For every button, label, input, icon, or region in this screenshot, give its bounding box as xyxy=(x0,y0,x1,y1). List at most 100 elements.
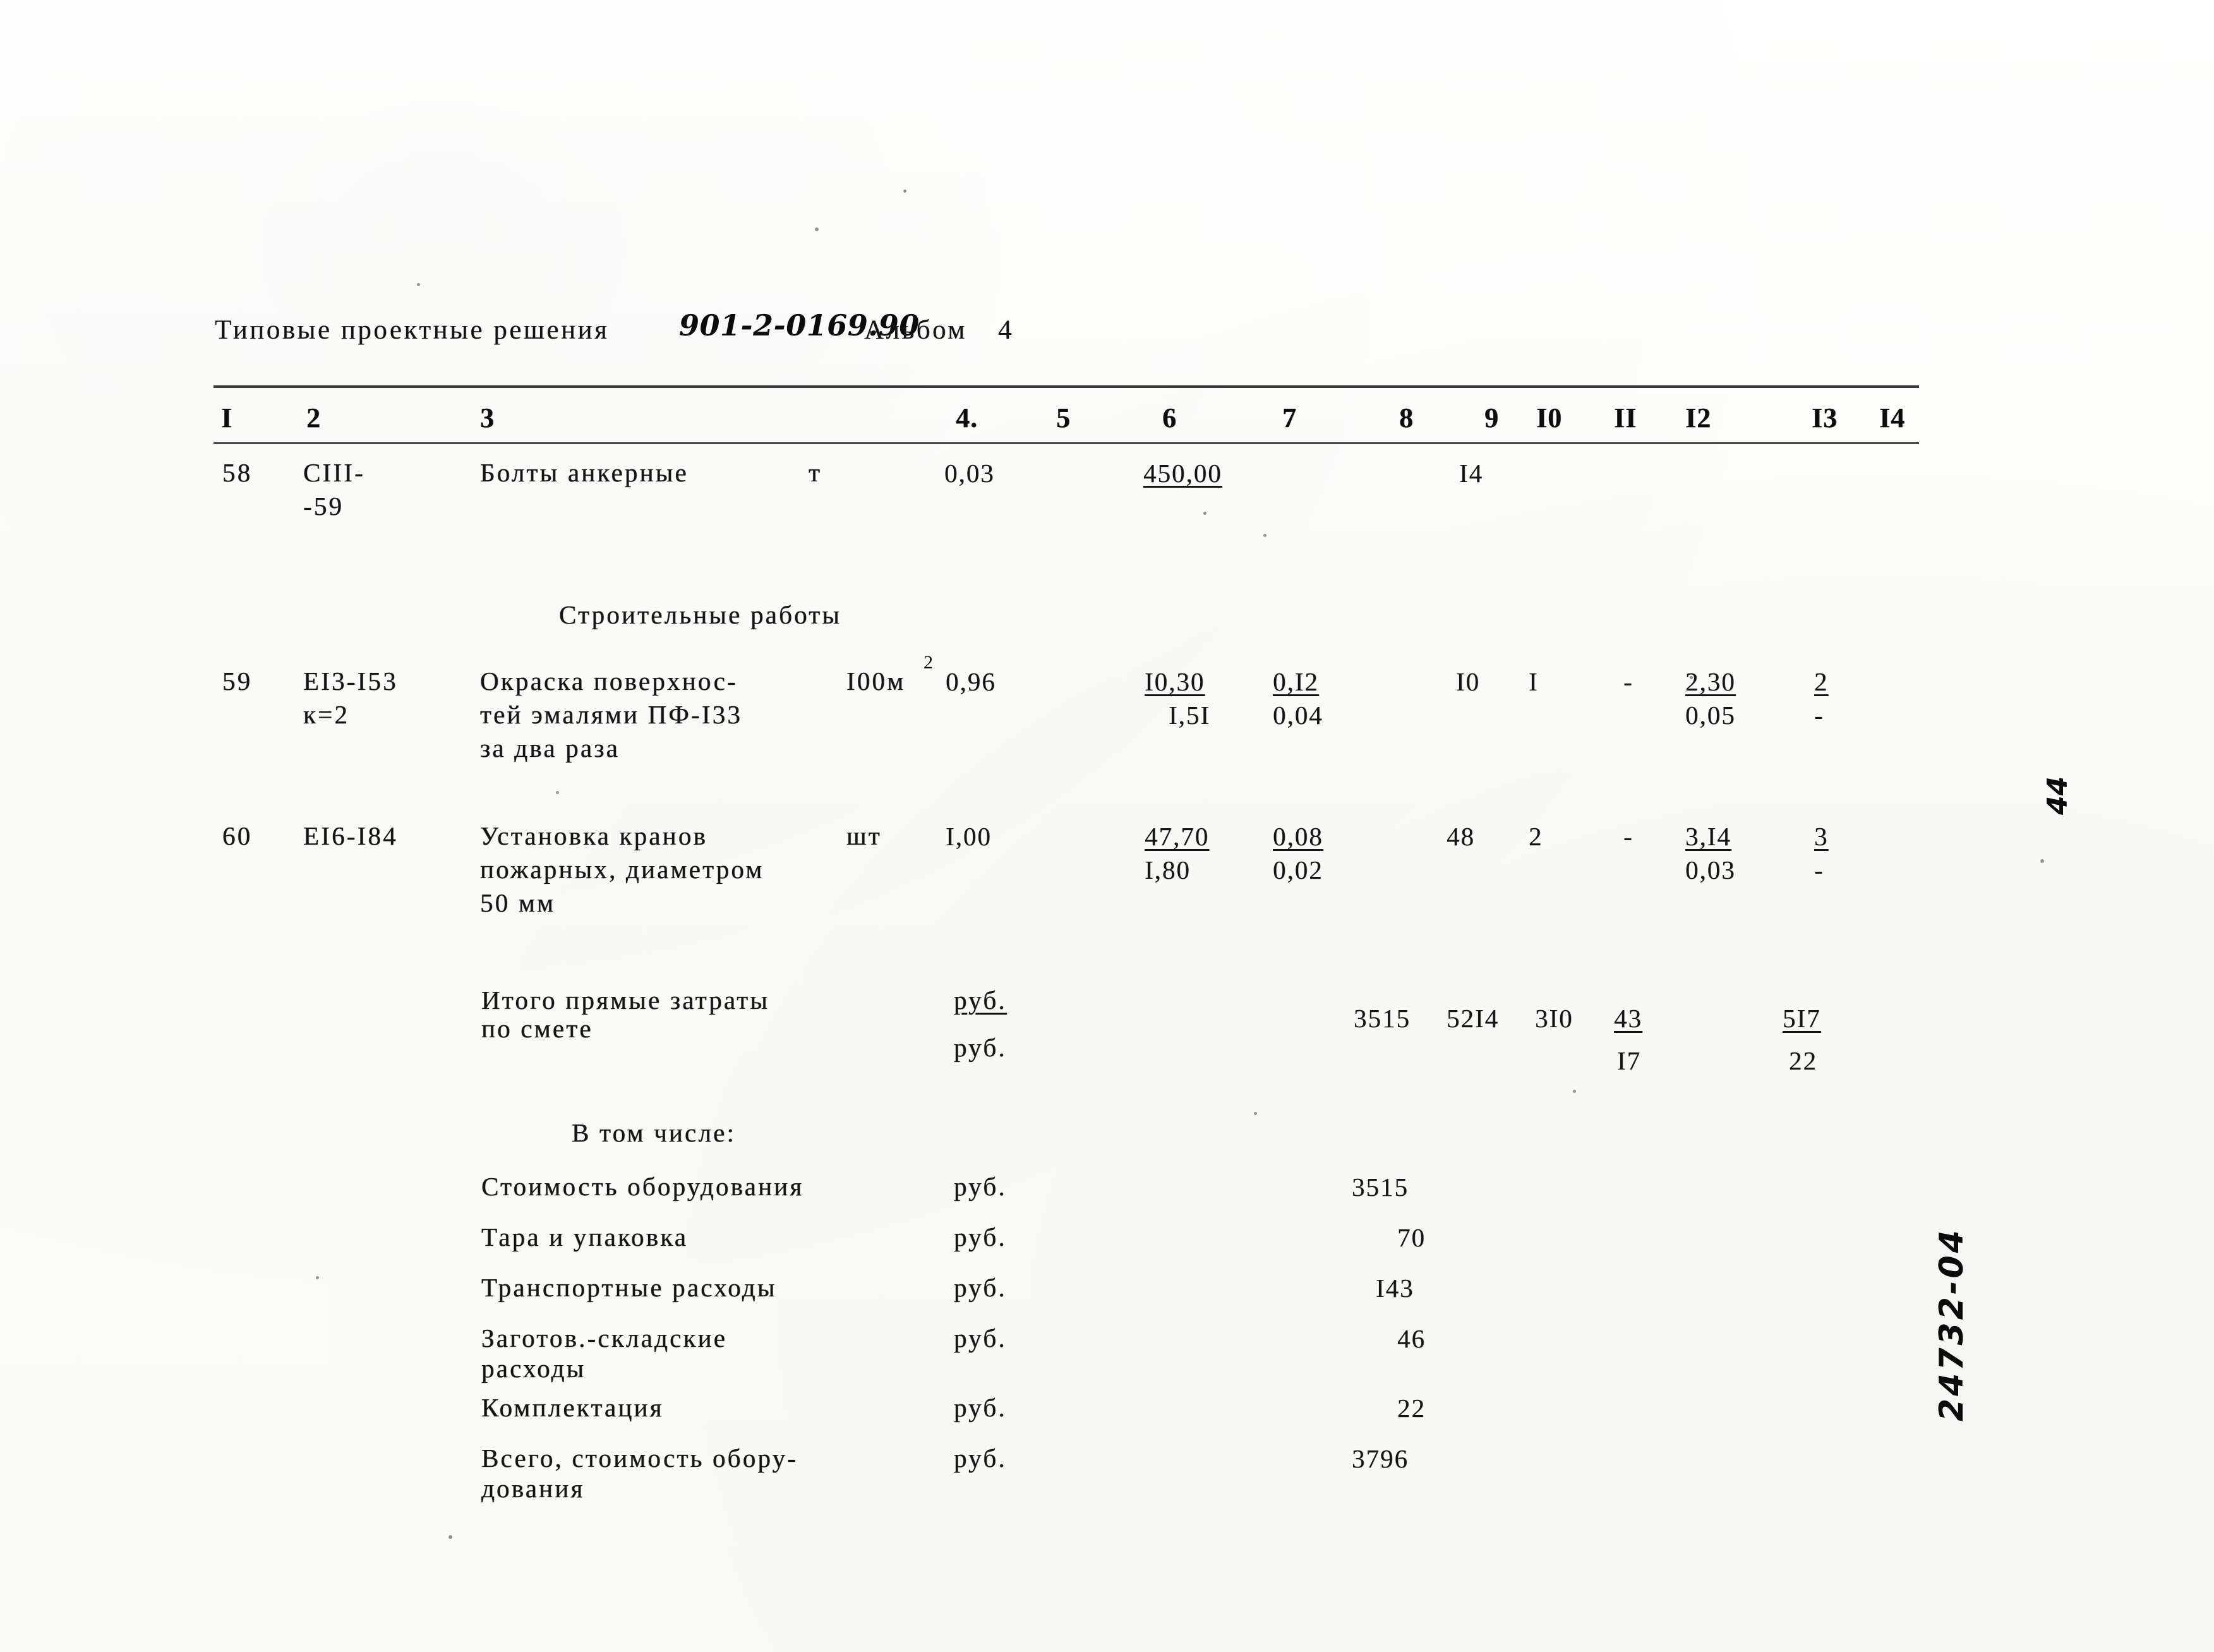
table-header-rule xyxy=(214,442,1919,444)
breakdown-item-5-unit: руб. xyxy=(954,1444,1007,1473)
row-59-unit-superscript: 2 xyxy=(924,652,935,673)
totals-label-line1: Итого прямые затраты xyxy=(481,986,770,1015)
document-sheet: Типовые проектные решения 901-2-0169.90 … xyxy=(0,0,2214,1652)
totals-unit-line1: руб. xyxy=(954,986,1007,1015)
margin-archive-code: 24732-04 xyxy=(1933,1227,1971,1421)
row-60-col6-line2: I,80 xyxy=(1145,855,1191,884)
column-header-7: 7 xyxy=(1282,402,1297,433)
breakdown-item-3-unit: руб. xyxy=(954,1323,1007,1353)
breakdown-item-0-value: 3515 xyxy=(1352,1173,1409,1202)
row-60-col12-line2: 0,03 xyxy=(1685,855,1736,884)
column-header-1: I xyxy=(221,402,233,433)
row-58-quantity: 0,03 xyxy=(944,459,995,488)
column-header-13: I3 xyxy=(1812,402,1838,433)
breakdown-item-5-value: 3796 xyxy=(1352,1444,1409,1473)
row-60-col13-line2: - xyxy=(1814,855,1824,884)
row-60-col8: 48 xyxy=(1447,822,1475,851)
scan-speck xyxy=(1254,1112,1257,1115)
totals-col11-line2: I7 xyxy=(1617,1046,1642,1075)
column-header-10: I0 xyxy=(1536,402,1563,433)
row-59-col13-line1: 2 xyxy=(1814,667,1829,696)
row-59-code-line2: к=2 xyxy=(303,700,350,729)
breakdown-item-4-unit: руб. xyxy=(954,1393,1007,1422)
row-60-number: 60 xyxy=(222,821,253,850)
row-59-code-line1: EI3-I53 xyxy=(303,666,398,696)
scan-speck xyxy=(448,1535,452,1539)
column-header-9: 9 xyxy=(1484,402,1499,433)
column-header-5: 5 xyxy=(1056,402,1071,433)
row-59-name-line1: Окраска поверхнос- xyxy=(480,666,738,696)
row-59-col12-line1: 2,30 xyxy=(1685,667,1736,696)
scan-speck xyxy=(1203,512,1206,515)
row-60-col9: 2 xyxy=(1529,822,1543,851)
breakdown-item-5-label-line1: Всего, стоимость обору- xyxy=(481,1444,798,1473)
row-60-col11: - xyxy=(1623,822,1633,851)
scan-speck xyxy=(556,791,559,794)
row-60-name-line3: 50 мм xyxy=(480,888,556,917)
row-59-col6-line2: I,5I xyxy=(1169,701,1211,730)
column-header-14: I4 xyxy=(1879,402,1906,433)
breakdown-item-2-value: I43 xyxy=(1376,1274,1414,1303)
breakdown-item-1-value: 70 xyxy=(1397,1223,1426,1252)
column-header-11: II xyxy=(1614,402,1637,433)
scan-speck xyxy=(903,190,906,193)
header-album-number: 4 xyxy=(998,315,1014,345)
breakdown-item-4-value: 22 xyxy=(1397,1394,1426,1423)
column-header-3: 3 xyxy=(480,402,495,433)
row-60-col7-line2: 0,02 xyxy=(1273,855,1323,884)
totals-label-line2: по смете xyxy=(481,1014,593,1043)
totals-col9: 52I4 xyxy=(1447,1004,1500,1033)
column-header-4: 4. xyxy=(956,402,978,433)
table-top-rule xyxy=(214,385,1919,388)
row-59-col13-line2: - xyxy=(1814,701,1824,730)
row-59-col7-line2: 0,04 xyxy=(1273,701,1323,730)
scan-speck xyxy=(1690,676,1693,679)
column-header-2: 2 xyxy=(306,402,321,433)
column-header-6: 6 xyxy=(1162,402,1177,433)
breakdown-item-2-label: Транспортные расходы xyxy=(481,1273,777,1302)
breakdown-item-1-unit: руб. xyxy=(954,1222,1007,1251)
totals-col13-line1: 5I7 xyxy=(1783,1004,1821,1033)
scan-speck xyxy=(316,1276,319,1279)
scanned-document-page: Типовые проектные решения 901-2-0169.90 … xyxy=(0,0,2214,1652)
section-heading-construction-works: Строительные работы xyxy=(559,600,842,629)
row-59-col7-line1: 0,I2 xyxy=(1273,667,1319,696)
breakdown-item-3-value: 46 xyxy=(1397,1324,1426,1353)
row-58-col8: I4 xyxy=(1459,459,1484,488)
totals-unit-line2: руб. xyxy=(954,1033,1007,1062)
row-60-quantity: I,00 xyxy=(946,822,992,851)
breakdown-item-3-label-line2: расходы xyxy=(481,1354,586,1383)
row-59-unit: I00м xyxy=(846,666,906,696)
scan-speck xyxy=(1573,1090,1576,1093)
row-59-col11: - xyxy=(1623,667,1633,696)
totals-col8: 3515 xyxy=(1354,1004,1411,1033)
totals-col10: 3I0 xyxy=(1535,1004,1573,1033)
row-58-code-line2: -59 xyxy=(303,491,344,521)
row-60-col6-line1: 47,70 xyxy=(1145,822,1210,851)
breakdown-item-0-unit: руб. xyxy=(954,1172,1007,1201)
row-60-col12-line1: 3,I4 xyxy=(1685,822,1731,851)
header-prefix: Типовые проектные решения xyxy=(215,315,610,345)
column-header-12: I2 xyxy=(1685,402,1712,433)
row-60-code-line1: EI6-I84 xyxy=(303,821,398,850)
row-59-col9: I xyxy=(1529,667,1539,696)
scan-speck xyxy=(417,283,420,286)
row-58-number: 58 xyxy=(222,458,253,487)
row-58-code-line1: CIII- xyxy=(303,458,365,487)
row-60-col7-line1: 0,08 xyxy=(1273,822,1323,851)
breakdown-item-3-label-line1: Заготов.-складские xyxy=(481,1323,728,1353)
breakdown-heading: В том числе: xyxy=(572,1118,737,1147)
breakdown-item-2-unit: руб. xyxy=(954,1273,1007,1302)
row-59-col8: I0 xyxy=(1456,667,1481,696)
row-60-name-line2: пожарных, диаметром xyxy=(480,855,764,884)
row-58-col6: 450,00 xyxy=(1143,459,1222,488)
row-59-col12-line2: 0,05 xyxy=(1685,701,1736,730)
row-60-unit: шт xyxy=(846,821,882,850)
scan-speck xyxy=(2040,859,2044,863)
row-59-number: 59 xyxy=(222,666,253,696)
breakdown-item-4-label: Комплектация xyxy=(481,1393,664,1422)
row-58-unit: т xyxy=(809,458,822,487)
totals-col11-line1: 43 xyxy=(1614,1004,1642,1033)
row-59-name-line2: тей эмалями ПФ-I33 xyxy=(480,700,743,729)
row-60-col13-line1: 3 xyxy=(1814,822,1829,851)
